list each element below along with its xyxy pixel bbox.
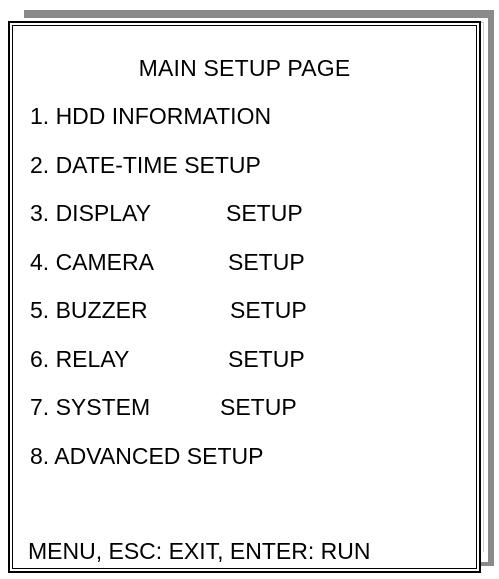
menu-item-setup-label: SETUP <box>226 200 303 226</box>
menu-item-advanced-setup[interactable]: 8. ADVANCED SETUP <box>30 443 307 492</box>
menu-item-label: 5. BUZZER <box>30 297 148 323</box>
menu-item-buzzer-setup[interactable]: 5. BUZZER SETUP <box>30 297 307 346</box>
menu-item-label: 3. DISPLAY <box>30 200 152 226</box>
menu-item-hdd-information[interactable]: 1. HDD INFORMATION <box>30 103 307 152</box>
menu-item-label: 6. RELAY <box>30 345 130 372</box>
menu-item-camera-setup[interactable]: 4. CAMERA SETUP <box>30 249 307 298</box>
menu-item-setup-label: SETUP <box>228 248 305 275</box>
menu-item-relay-setup[interactable]: 6. RELAY SETUP <box>30 346 307 395</box>
menu-item-setup-label: SETUP <box>220 394 297 420</box>
menu-item-label: 8. ADVANCED SETUP <box>30 442 264 469</box>
menu-item-label: 1. HDD INFORMATION <box>30 103 272 129</box>
menu-item-setup-label: SETUP <box>230 297 307 323</box>
menu-item-label: 7. SYSTEM <box>30 394 151 420</box>
menu-title: MAIN SETUP PAGE <box>138 55 351 81</box>
menu-item-display-setup[interactable]: 3. DISPLAY SETUP <box>30 200 307 249</box>
menu-item-system-setup[interactable]: 7. SYSTEM SETUP <box>30 394 307 443</box>
key-hint-footer: MENU, ESC: EXIT, ENTER: RUN <box>28 538 371 564</box>
menu-item-label: 2. DATE-TIME SETUP <box>30 151 261 178</box>
menu-item-setup-label: SETUP <box>228 345 305 372</box>
menu-item-date-time-setup[interactable]: 2. DATE-TIME SETUP <box>30 152 307 201</box>
menu-item-label: 4. CAMERA <box>30 248 154 275</box>
main-setup-menu-panel: MAIN SETUP PAGE 1. HDD INFORMATION 2. DA… <box>8 21 481 573</box>
menu-list: 1. HDD INFORMATION 2. DATE-TIME SETUP 3.… <box>30 103 307 491</box>
